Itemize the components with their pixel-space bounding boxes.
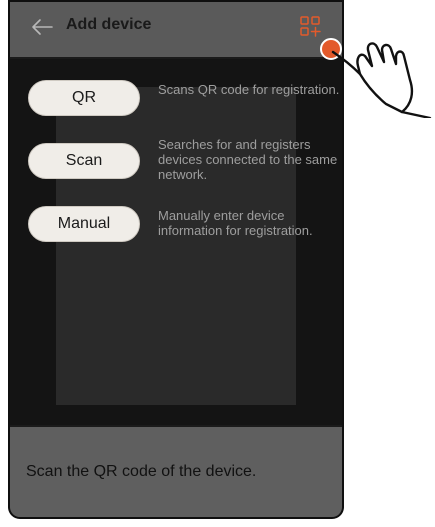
page-title: Add device xyxy=(66,16,152,33)
qr-option-button[interactable]: QR xyxy=(28,80,140,116)
app-header: Add device xyxy=(10,2,342,57)
qr-option-description: Scans QR code for registration. xyxy=(158,82,340,97)
manual-option-description: Manually enter device information for re… xyxy=(158,208,313,238)
back-arrow-icon xyxy=(32,19,53,35)
pointing-hand-icon xyxy=(331,42,432,118)
qr-add-icon xyxy=(300,16,321,37)
background-panel xyxy=(56,87,296,405)
scan-option-description: Searches for and registers devices conne… xyxy=(158,137,338,182)
instruction-bar: Scan the QR code of the device. xyxy=(10,427,342,517)
back-button[interactable] xyxy=(28,13,56,41)
illustration: Add device QR Scans QR code for registra… xyxy=(0,0,435,527)
phone-screen: Add device QR Scans QR code for registra… xyxy=(8,0,344,519)
manual-option-button[interactable]: Manual xyxy=(28,206,140,242)
options-area: QR Scans QR code for registration. Scan … xyxy=(10,59,342,425)
scan-option-button[interactable]: Scan xyxy=(28,143,140,179)
instruction-text: Scan the QR code of the device. xyxy=(26,463,257,480)
add-qr-button[interactable] xyxy=(298,14,324,40)
